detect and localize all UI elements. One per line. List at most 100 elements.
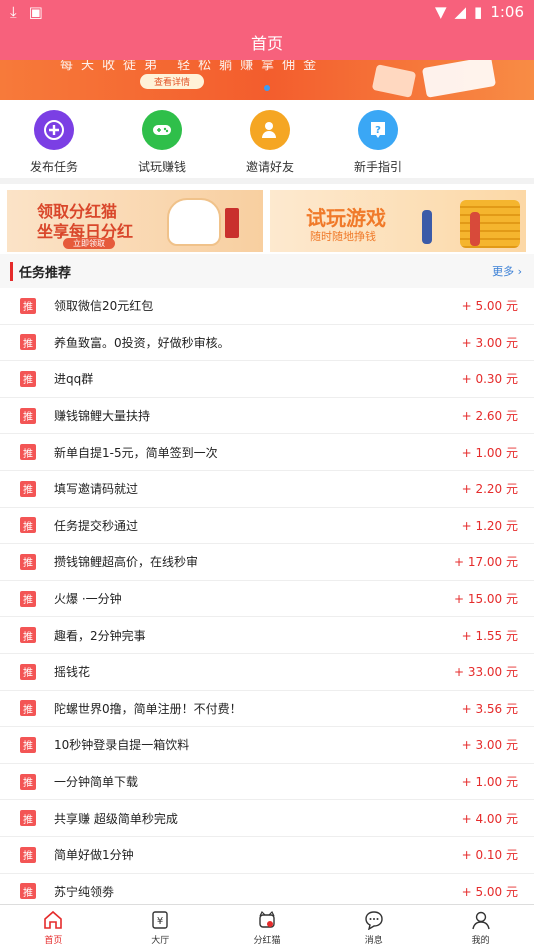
recommend-badge: 推 bbox=[20, 773, 36, 790]
profile-icon bbox=[471, 910, 491, 930]
quick-action-label: 新手指引 bbox=[353, 160, 402, 174]
recommend-badge: 推 bbox=[20, 736, 36, 753]
page-title: 首页 bbox=[250, 34, 283, 53]
status-time: 1:06 bbox=[490, 3, 524, 21]
recommend-badge: 推 bbox=[20, 407, 36, 424]
home-icon bbox=[43, 910, 63, 930]
task-row[interactable]: 推 陀螺世界0撸，简单注册！不付费！ + 3.56 元 bbox=[0, 691, 534, 728]
recommend-badge: 推 bbox=[20, 480, 36, 497]
promo-title: 试玩游戏 bbox=[306, 206, 386, 230]
more-link[interactable]: 更多 › bbox=[492, 263, 522, 279]
banner-text: 每天收徒弟 轻松躺赚拿佣金 bbox=[60, 60, 325, 73]
banner-button[interactable]: 查看详情 bbox=[140, 74, 205, 89]
task-title: 共享赚 超级简单秒完成 bbox=[54, 811, 178, 826]
task-reward: + 2.20 元 bbox=[461, 482, 518, 497]
promo-trial-games[interactable]: 试玩游戏 随时随地挣钱 bbox=[270, 190, 526, 252]
quick-action-label: 邀请好友 bbox=[245, 160, 294, 174]
message-icon bbox=[364, 910, 384, 930]
recommend-badge: 推 bbox=[20, 846, 36, 863]
tab-home[interactable]: 首页 bbox=[0, 905, 107, 950]
task-title: 苏宁纯领劵 bbox=[54, 884, 115, 899]
section-title: 任务推荐 bbox=[10, 261, 71, 281]
chevron-right-icon: › bbox=[517, 265, 522, 278]
tab-label: 我的 bbox=[471, 935, 490, 946]
task-row[interactable]: 推 简单好做1分钟 + 0.10 元 bbox=[0, 837, 534, 874]
task-reward: + 5.00 元 bbox=[461, 299, 518, 314]
task-reward: + 1.00 元 bbox=[461, 775, 518, 790]
gift-box-image bbox=[371, 64, 417, 98]
tab-label: 大厅 bbox=[151, 935, 170, 946]
task-title: 养鱼致富。0投资，好做秒审核。 bbox=[54, 335, 230, 350]
task-title: 摇钱花 bbox=[54, 665, 91, 680]
task-row[interactable]: 推 攒钱锦鲤超高价，在线秒审 + 17.00 元 bbox=[0, 544, 534, 581]
gift-box-image bbox=[421, 60, 497, 98]
recommend-badge: 推 bbox=[20, 334, 36, 351]
task-reward: + 5.00 元 bbox=[461, 884, 518, 899]
task-list: 推领取微信20元红包 + 5.00 元推 养鱼致富。0投资，好做秒审核。 + 3.00… bbox=[0, 288, 534, 911]
add-user-icon bbox=[250, 110, 290, 150]
banner-carousel[interactable]: 每天收徒弟 轻松躺赚拿佣金 查看详情 bbox=[0, 60, 534, 100]
quick-action-beginner-guide[interactable]: ? 新手指引 bbox=[324, 100, 432, 178]
task-reward: + 1.55 元 bbox=[461, 628, 518, 643]
tab-label: 消息 bbox=[364, 935, 383, 946]
app-header: 首页 bbox=[0, 24, 534, 60]
task-row[interactable]: 推 共享赚 超级简单秒完成 + 4.00 元 bbox=[0, 800, 534, 837]
recommend-badge: 推 bbox=[20, 517, 36, 534]
promo-dividend-cat[interactable]: 领取分红猫 坐享每日分红 立即领取 bbox=[7, 190, 263, 252]
task-row[interactable]: 推 摇钱花 + 33.00 元 bbox=[0, 654, 534, 691]
task-reward: + 3.00 元 bbox=[461, 335, 518, 350]
task-row[interactable]: 推 任务提交秒通过 + 1.20 元 bbox=[0, 508, 534, 545]
bottom-tab-bar: 首页 ¥ 大厅 分红猫 消息 我的 bbox=[0, 904, 534, 950]
task-reward: + 1.20 元 bbox=[461, 518, 518, 533]
person-image bbox=[470, 212, 480, 246]
more-label: 更多 bbox=[492, 265, 515, 278]
tab-label: 首页 bbox=[44, 935, 63, 946]
task-reward: + 15.00 元 bbox=[453, 592, 518, 607]
gamepad-icon bbox=[142, 110, 182, 150]
help-icon: ? bbox=[358, 110, 398, 150]
notification-icon: ▣ bbox=[28, 3, 43, 21]
tab-dividend-cat[interactable]: 分红猫 bbox=[214, 905, 321, 950]
red-envelope-image bbox=[225, 208, 239, 238]
task-row[interactable]: 推 填写邀请码就过 + 2.20 元 bbox=[0, 471, 534, 508]
coins-image bbox=[460, 200, 520, 248]
quick-action-invite-friends[interactable]: 邀请好友 bbox=[216, 100, 324, 178]
task-reward: + 17.00 元 bbox=[453, 555, 518, 570]
status-bar: ⤓ ▣ ▼ ◢ ▮ 1:06 bbox=[0, 0, 534, 24]
promo-button[interactable]: 立即领取 bbox=[63, 238, 115, 249]
quick-action-label: 发布任务 bbox=[29, 160, 78, 174]
task-row[interactable]: 推 趣看，2分钟完事 + 1.55 元 bbox=[0, 617, 534, 654]
task-row[interactable]: 推 10秒钟登录自提一箱饮料 + 3.00 元 bbox=[0, 727, 534, 764]
recommend-badge: 推 bbox=[20, 700, 36, 717]
task-reward: + 2.60 元 bbox=[461, 409, 518, 424]
task-row[interactable]: 推 火爆 ·一分钟 + 15.00 元 bbox=[0, 581, 534, 618]
promo-banners: 领取分红猫 坐享每日分红 立即领取 试玩游戏 随时随地挣钱 bbox=[0, 178, 534, 254]
task-reward: + 0.10 元 bbox=[461, 848, 518, 863]
task-row[interactable]: 推 赚钱锦鲤大量扶持 + 2.60 元 bbox=[0, 398, 534, 435]
svg-text:?: ? bbox=[375, 125, 381, 136]
tab-messages[interactable]: 消息 bbox=[320, 905, 427, 950]
task-title: 攒钱锦鲤超高价，在线秒审 bbox=[54, 555, 199, 570]
task-title: 赚钱锦鲤大量扶持 bbox=[54, 409, 151, 424]
quick-action-trial-earn[interactable]: 试玩赚钱 bbox=[108, 100, 216, 178]
quick-action-publish-task[interactable]: 发布任务 bbox=[0, 100, 108, 178]
task-title: 填写邀请码就过 bbox=[54, 482, 139, 497]
tab-hall[interactable]: ¥ 大厅 bbox=[107, 905, 214, 950]
signal-icon: ◢ bbox=[454, 3, 467, 21]
task-title: 一分钟简单下载 bbox=[54, 775, 139, 790]
task-title: 趣看，2分钟完事 bbox=[54, 628, 146, 643]
yuan-icon: ¥ bbox=[150, 910, 170, 930]
task-row[interactable]: 推 新单自提1-5元，简单签到一次 + 1.00 元 bbox=[0, 434, 534, 471]
task-row[interactable]: 推 一分钟简单下载 + 1.00 元 bbox=[0, 764, 534, 801]
quick-actions: 发布任务 试玩赚钱 邀请好友 ? 新手指引 bbox=[0, 100, 534, 178]
person-image bbox=[422, 210, 432, 244]
task-reward: + 33.00 元 bbox=[453, 665, 518, 680]
battery-icon: ▮ bbox=[474, 3, 483, 21]
recommend-badge: 推 bbox=[20, 883, 36, 900]
task-row[interactable]: 推 进qq群 + 0.30 元 bbox=[0, 361, 534, 398]
task-row[interactable]: 推 领取微信20元红包 + 5.00 元 bbox=[0, 288, 534, 325]
task-row[interactable]: 推 养鱼致富。0投资，好做秒审核。 + 3.00 元 bbox=[0, 325, 534, 362]
carousel-indicator bbox=[264, 85, 270, 91]
tab-profile[interactable]: 我的 bbox=[427, 905, 534, 950]
wifi-icon: ▼ bbox=[434, 3, 447, 21]
